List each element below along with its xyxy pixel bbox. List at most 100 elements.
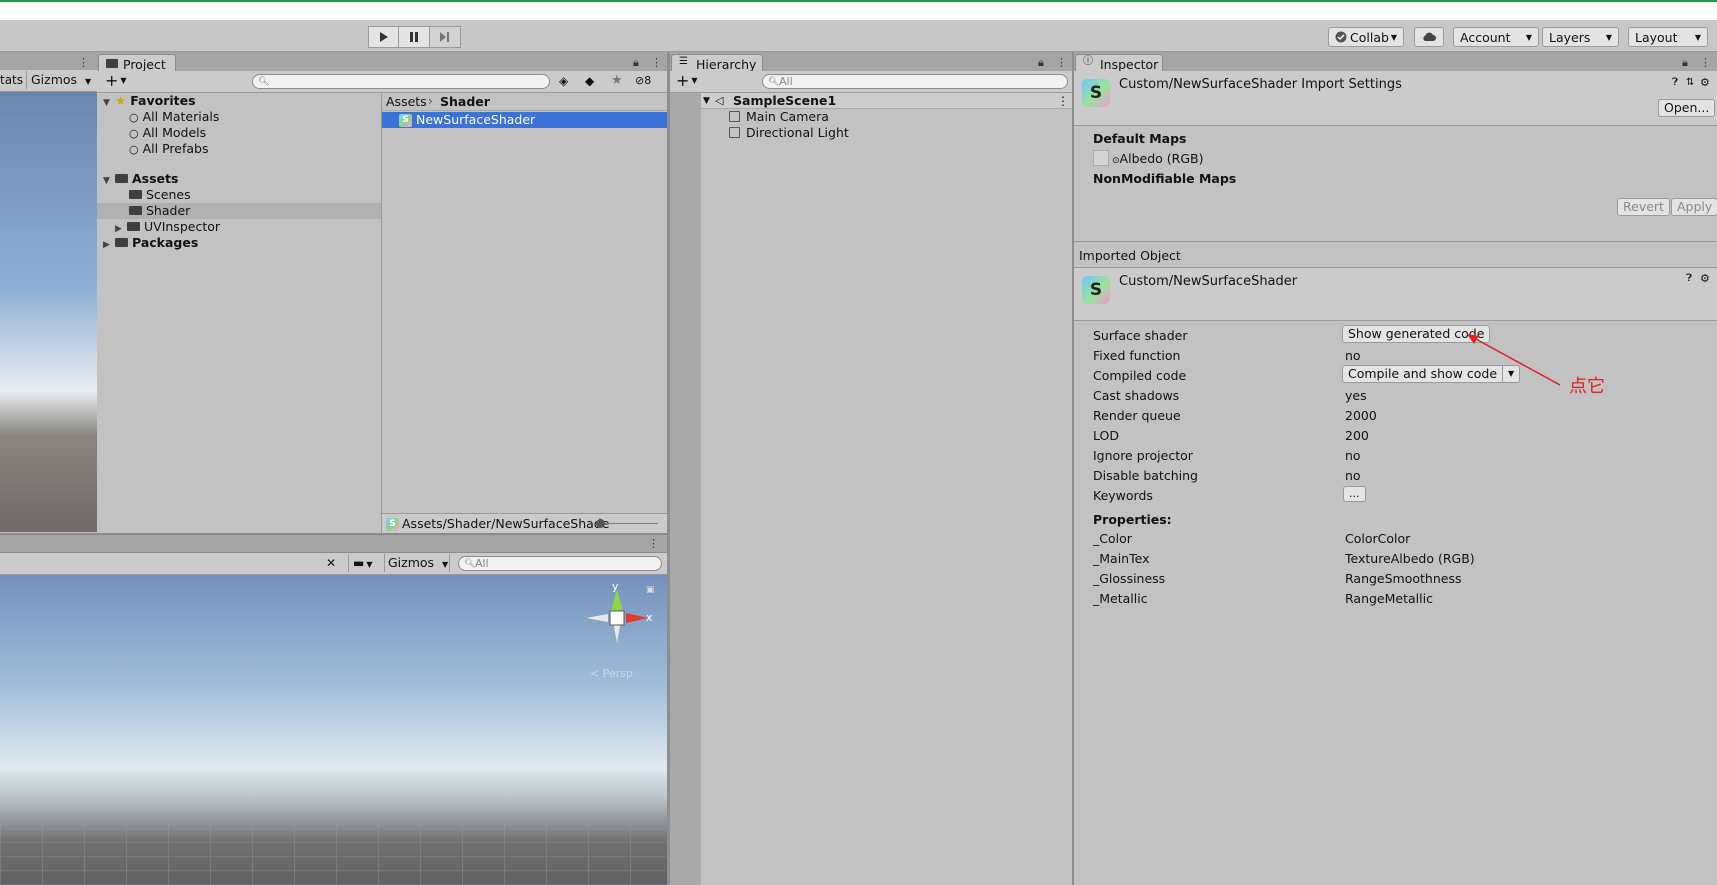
shader-file-icon: S (399, 113, 412, 127)
more-icon[interactable]: ⋮ (1700, 56, 1717, 69)
scene-bottom-toolbar: ✕ ▬ ▼ Gizmos ▼ 🔍︎ All (0, 553, 667, 575)
create-button[interactable]: + ▼ (105, 73, 127, 89)
hierarchy-item[interactable]: Main Camera (729, 109, 829, 125)
help-icon[interactable]: ❓︎ (1686, 273, 1692, 284)
help-icon[interactable]: ❓︎ (1672, 77, 1678, 88)
property-name: _Metallic (1093, 591, 1148, 606)
object-picker-icon[interactable]: ⊙ (1112, 156, 1120, 166)
create-button[interactable]: + ▼ (676, 73, 698, 89)
tools-icon[interactable]: ✕ (326, 556, 336, 570)
scene-search-input[interactable]: 🔍︎ All (458, 556, 662, 571)
hierarchy-item[interactable]: Directional Light (729, 125, 849, 141)
hierarchy-search-input[interactable]: 🔍︎ All (762, 74, 1068, 89)
albedo-field[interactable]: ⊙Albedo (RGB) (1112, 151, 1203, 166)
stats-button[interactable]: tats (0, 73, 23, 87)
presets-icon[interactable]: ⇅ (1686, 77, 1694, 88)
lock-icon[interactable]: 🔒︎ (1682, 56, 1694, 70)
scene-view-bottom[interactable]: y x ▣ < Persp (0, 575, 667, 885)
packages-row[interactable]: ▶ Packages (103, 235, 198, 251)
chevron-right-icon: › (428, 94, 433, 108)
property-name: _Glossiness (1093, 571, 1166, 586)
row-label-disable-batching: Disable batching (1093, 468, 1198, 483)
search-icon: 🔍︎ (768, 77, 780, 87)
lock-icon[interactable]: ▣ (646, 585, 655, 595)
row-value-fixed-function: no (1345, 348, 1361, 363)
property-name: _Color (1093, 531, 1132, 546)
hidden-packages-button[interactable]: ⊘8 (635, 74, 651, 87)
apply-button[interactable]: Apply (1671, 198, 1717, 216)
account-dropdown[interactable]: Account ▼ (1453, 27, 1539, 47)
shader-asset-icon: S (1082, 79, 1110, 107)
tag-icon[interactable]: ◆ (585, 74, 594, 88)
tab-project-label: Project (123, 56, 166, 72)
gear-icon[interactable]: ⚙ (1700, 76, 1710, 89)
layers-dropdown[interactable]: Layers ▼ (1542, 27, 1619, 47)
more-icon[interactable]: ⋮ (651, 56, 668, 69)
layers-label: Layers (1549, 29, 1591, 45)
chevron-down-icon: ▼ (1525, 32, 1532, 42)
folder-scenes[interactable]: Scenes (129, 187, 191, 203)
file-row-newsurfaceshader[interactable]: S NewSurfaceShader (382, 112, 667, 128)
zoom-slider-handle[interactable] (596, 519, 605, 528)
cloud-button[interactable] (1414, 27, 1444, 47)
scene-view-top[interactable] (0, 92, 97, 532)
open-button[interactable]: Open... (1658, 99, 1716, 117)
layout-dropdown[interactable]: Layout ▼ (1628, 27, 1708, 47)
project-content: Assets › Shader S NewSurfaceShader S Ass… (382, 93, 667, 533)
folder-icon (115, 238, 128, 247)
favorite-item[interactable]: ○ All Prefabs (129, 141, 208, 157)
albedo-texture-slot[interactable] (1093, 150, 1109, 166)
collab-button[interactable]: Collab ▼ (1328, 27, 1404, 47)
star-icon[interactable]: ★ (611, 73, 623, 88)
more-icon[interactable]: ⋮ (648, 537, 665, 550)
search-placeholder: All (779, 75, 793, 88)
more-icon[interactable]: ⋮ (1056, 56, 1073, 69)
project-tabbar: Project 🔒︎ ⋮ (97, 52, 668, 73)
more-icon[interactable]: ⋮ (78, 56, 95, 69)
lock-icon[interactable]: 🔒︎ (633, 56, 645, 70)
row-label-keywords: Keywords (1093, 488, 1153, 503)
favorite-label: All Prefabs (142, 141, 209, 156)
gizmos-button[interactable]: Gizmos ▼ (26, 71, 96, 89)
play-button[interactable] (368, 26, 399, 48)
revert-button[interactable]: Revert (1617, 198, 1670, 216)
folder-shader[interactable]: Shader (129, 203, 190, 219)
lock-icon[interactable]: 🔒︎ (1038, 56, 1050, 70)
persp-label[interactable]: < Persp (590, 667, 633, 680)
keywords-button[interactable]: ... (1343, 486, 1366, 502)
pause-button[interactable] (399, 26, 430, 48)
favorites-row[interactable]: ▼ ★ Favorites (103, 93, 196, 109)
zoom-slider-track[interactable] (596, 523, 658, 524)
row-label-fixed-function: Fixed function (1093, 348, 1181, 363)
row-value-lod: 200 (1345, 428, 1369, 443)
info-icon: ⓘ (1083, 56, 1093, 67)
step-icon (440, 32, 449, 42)
breadcrumb-shader[interactable]: Shader (440, 94, 490, 109)
scene-header-row[interactable]: ▼ ◁ SampleScene1 ⋮ (701, 93, 1072, 109)
camera-icon: ▬ (353, 556, 365, 570)
more-icon[interactable]: ⋮ (1057, 93, 1069, 109)
step-button[interactable] (430, 26, 461, 48)
breadcrumb-assets[interactable]: Assets (386, 94, 427, 109)
favorite-item[interactable]: ○ All Models (129, 125, 206, 141)
triangle-down-icon[interactable]: ▼ (703, 93, 710, 109)
favorite-label: All Models (142, 125, 207, 140)
layout-label: Layout (1635, 29, 1678, 45)
gear-icon[interactable]: ⚙ (1700, 272, 1710, 285)
folder-uvinspector[interactable]: ▶ UVInspector (115, 219, 220, 235)
camera-button[interactable]: ▬ ▼ (348, 554, 382, 572)
project-search-input[interactable]: 🔍︎ (252, 74, 550, 89)
row-label-lod: LOD (1093, 428, 1119, 443)
shader-asset-icon: S (1082, 276, 1110, 304)
triangle-right-icon[interactable]: ▶ (103, 237, 115, 253)
eye-slash-icon: ⊘ (635, 74, 645, 87)
favorite-item[interactable]: ○ All Materials (129, 109, 219, 125)
status-path: Assets/Shader/NewSurfaceShade (402, 516, 610, 531)
folder-icon (129, 190, 142, 199)
triangle-down-icon: ▼ (103, 176, 110, 186)
inspector-tabbar: ⓘ Inspector 🔒︎ ⋮ (1074, 52, 1717, 73)
assets-row[interactable]: ▼ Assets (103, 171, 178, 187)
filter-type-icon[interactable]: ◈ (559, 74, 568, 88)
gizmos-button[interactable]: Gizmos ▼ (384, 554, 450, 572)
assets-label: Assets (132, 171, 179, 186)
